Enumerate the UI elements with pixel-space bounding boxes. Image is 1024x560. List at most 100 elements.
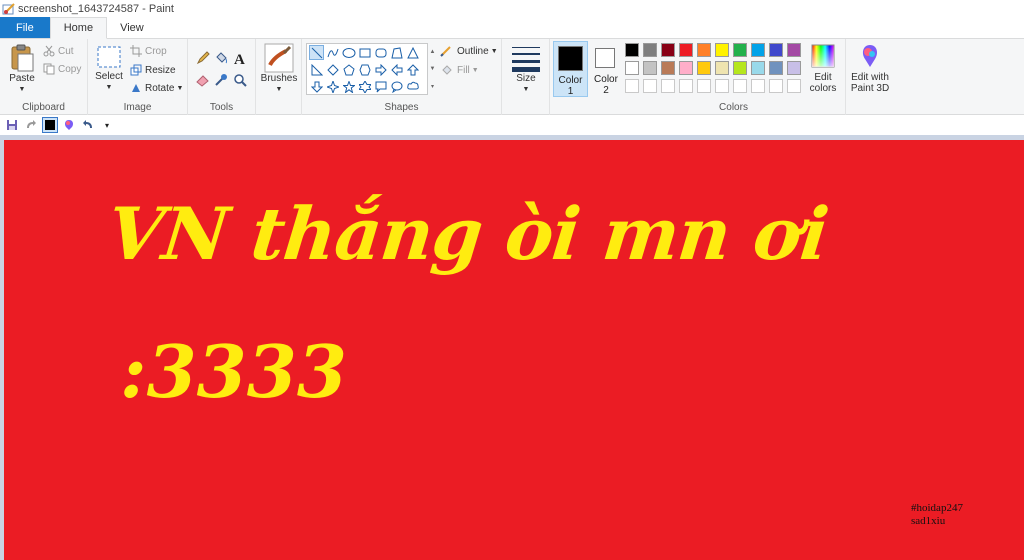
rotate-icon [132, 84, 140, 92]
tab-view[interactable]: View [107, 17, 157, 38]
custom-color-slot[interactable] [643, 79, 657, 93]
paste-button[interactable]: Paste ▼ [6, 43, 38, 95]
up-arrow-shape-icon[interactable] [405, 62, 420, 77]
custom-color-slot[interactable] [787, 79, 801, 93]
color-swatch[interactable] [715, 43, 729, 57]
size-button[interactable]: Size ▼ [508, 43, 544, 95]
color2-number: 2 [603, 85, 609, 96]
magnifier-icon[interactable] [233, 73, 247, 87]
color-swatch[interactable] [751, 43, 765, 57]
ribbon-tabs: File Home View [0, 17, 1024, 39]
pentagon-shape-icon[interactable] [341, 62, 356, 77]
shapes-group-label: Shapes [384, 102, 419, 113]
tab-file[interactable]: File [0, 17, 50, 38]
color-swatch[interactable] [697, 43, 711, 57]
outline-button[interactable]: Outline ▼ [440, 45, 498, 57]
signature-hashtag: #hoidap247 [911, 502, 963, 514]
fill-button[interactable]: Fill ▼ [440, 64, 479, 76]
custom-color-slot[interactable] [769, 79, 783, 93]
edit-colors-label-2: colors [809, 83, 837, 94]
color2-swatch [595, 48, 615, 68]
color-swatch[interactable] [679, 43, 693, 57]
select-button[interactable]: Select ▼ [94, 45, 124, 93]
paint3d-quick-button[interactable] [61, 117, 77, 133]
five-point-star-shape-icon[interactable] [341, 79, 356, 94]
paint3d-label-1: Edit with [851, 72, 889, 83]
color-swatch[interactable] [643, 43, 657, 57]
color-swatch[interactable] [679, 61, 693, 75]
custom-color-slot[interactable] [679, 79, 693, 93]
customize-toolbar-button[interactable]: ▾ [99, 117, 115, 133]
custom-color-slot[interactable] [697, 79, 711, 93]
redo-button[interactable] [23, 117, 39, 133]
four-point-star-shape-icon[interactable] [325, 79, 340, 94]
six-point-star-shape-icon[interactable] [357, 79, 372, 94]
cut-button[interactable]: Cut [43, 45, 74, 57]
cloud-callout-shape-icon[interactable] [405, 79, 420, 94]
down-arrow-shape-icon[interactable] [309, 79, 324, 94]
hexagon-shape-icon[interactable] [357, 62, 372, 77]
save-button[interactable] [4, 117, 20, 133]
color2-button[interactable]: Color 2 [590, 41, 622, 97]
select-dropdown-icon: ▼ [105, 84, 113, 91]
oval-callout-shape-icon[interactable] [389, 79, 404, 94]
cut-label: Cut [58, 45, 74, 57]
drawing-canvas[interactable]: VN thắng òi mn ơi :3333 #hoidap247 sad1x… [4, 140, 1024, 560]
color-swatch[interactable] [625, 61, 639, 75]
color1-button[interactable]: Color 1 [553, 41, 588, 97]
color-quick-button[interactable] [42, 117, 58, 133]
color-swatch[interactable] [697, 61, 711, 75]
color-picker-icon[interactable] [214, 73, 228, 87]
tools-group-label: Tools [209, 102, 234, 113]
rotate-label: Rotate [145, 82, 175, 94]
color-swatch[interactable] [733, 61, 747, 75]
fill-bucket-icon[interactable] [214, 51, 228, 65]
custom-color-slot[interactable] [661, 79, 675, 93]
text-icon[interactable]: A [233, 50, 247, 66]
custom-color-slot[interactable] [733, 79, 747, 93]
diamond-shape-icon[interactable] [325, 62, 340, 77]
copy-button[interactable]: Copy [43, 63, 81, 75]
color-swatch[interactable] [787, 43, 801, 57]
color-swatch[interactable] [769, 43, 783, 57]
redo-icon [27, 120, 36, 128]
undo-button[interactable] [80, 117, 96, 133]
crop-button[interactable]: Crop [130, 45, 167, 57]
rect-callout-shape-icon[interactable] [373, 79, 388, 94]
color-swatch[interactable] [625, 43, 639, 57]
oval-shape-icon[interactable] [341, 45, 356, 60]
color-swatch[interactable] [643, 61, 657, 75]
custom-color-slot[interactable] [625, 79, 639, 93]
rotate-button[interactable]: Rotate ▼ [130, 82, 183, 94]
left-arrow-shape-icon[interactable] [389, 62, 404, 77]
color-swatch[interactable] [715, 61, 729, 75]
color-swatch[interactable] [769, 61, 783, 75]
edit-colors-button[interactable]: Edit colors [804, 43, 842, 94]
shapes-scroll[interactable]: ▲ ▼ ▾ [428, 43, 437, 95]
color-swatch[interactable] [661, 43, 675, 57]
triangle-shape-icon[interactable] [405, 45, 420, 60]
color-swatch[interactable] [751, 61, 765, 75]
rectangle-shape-icon[interactable] [357, 45, 372, 60]
edit-with-paint3d-button[interactable]: Edit with Paint 3D [848, 43, 892, 94]
right-triangle-shape-icon[interactable] [309, 62, 324, 77]
polygon-shape-icon[interactable] [389, 45, 404, 60]
quick-access-toolbar: ▾ [0, 115, 1024, 135]
resize-button[interactable]: Resize [130, 64, 176, 76]
color-swatch[interactable] [787, 61, 801, 75]
right-arrow-shape-icon[interactable] [373, 62, 388, 77]
curve-shape-icon[interactable] [325, 45, 340, 60]
color-swatch[interactable] [733, 43, 747, 57]
pencil-icon[interactable] [196, 51, 210, 65]
rounded-rectangle-shape-icon[interactable] [373, 45, 388, 60]
color-swatch[interactable] [661, 61, 675, 75]
outline-dropdown-icon: ▼ [490, 47, 498, 55]
custom-color-slot[interactable] [715, 79, 729, 93]
line-shape-icon[interactable] [309, 45, 324, 60]
tab-home[interactable]: Home [49, 17, 108, 39]
custom-color-slot[interactable] [751, 79, 765, 93]
brushes-button[interactable]: Brushes ▼ [259, 43, 299, 95]
color-quick-swatch [45, 120, 55, 130]
eraser-icon[interactable] [196, 73, 210, 87]
clipboard-group: Paste ▼ Cut Copy Clipboard [0, 39, 88, 115]
